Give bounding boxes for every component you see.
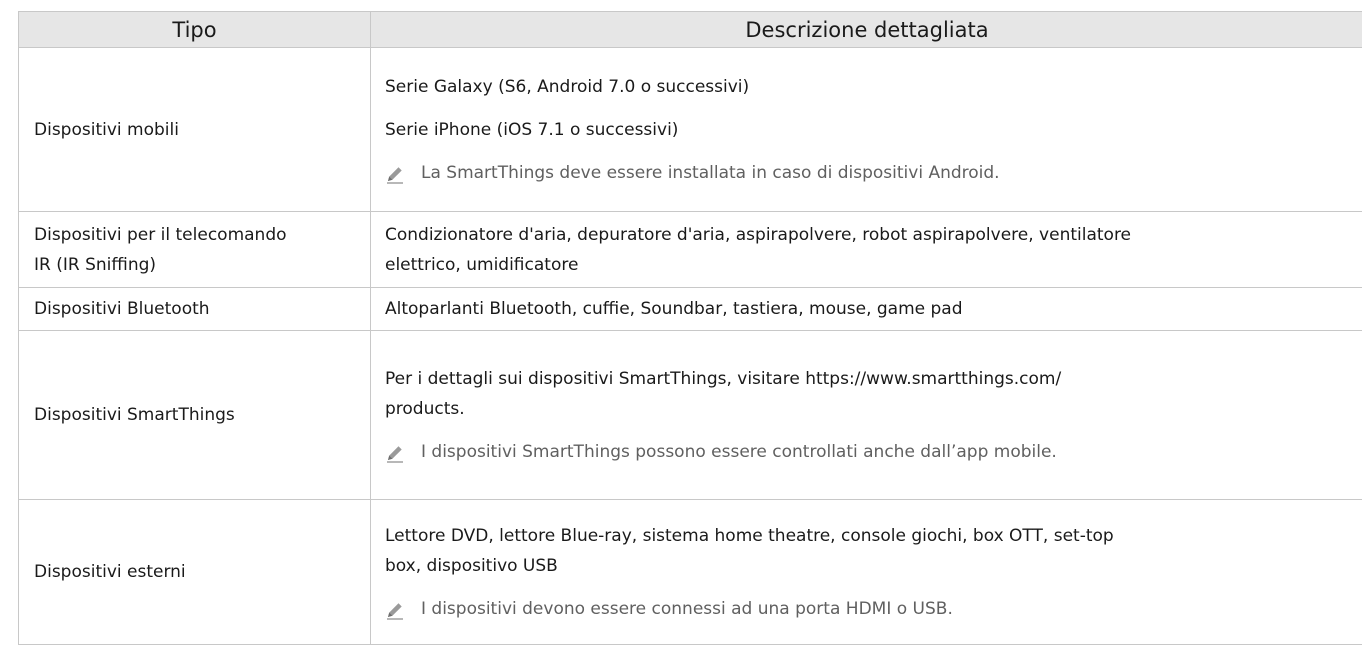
note-text: I dispositivi SmartThings possono essere… (421, 441, 1057, 462)
device-compatibility-table: Tipo Descrizione dettagliata Dispositivi… (18, 11, 1362, 645)
table-row: Dispositivi mobili Serie Galaxy (S6, And… (18, 47, 1362, 212)
note-text: La SmartThings deve essere installata in… (421, 162, 1000, 183)
note: La SmartThings deve essere installata in… (385, 158, 1349, 188)
row-type-smartthings: Dispositivi SmartThings (18, 330, 371, 500)
row-type-bluetooth: Dispositivi Bluetooth (18, 287, 371, 331)
row-desc-external: Lettore DVD, lettore Blue-ray, sistema h… (370, 499, 1362, 645)
desc-line: Per i dettagli sui dispositivi SmartThin… (385, 368, 1062, 389)
row-desc-ir: Condizionatore d'aria, depuratore d'aria… (370, 211, 1362, 288)
table-row: Dispositivi SmartThings Per i dettagli s… (18, 330, 1362, 500)
header-description: Descrizione dettagliata (370, 11, 1362, 48)
note: I dispositivi SmartThings possono essere… (385, 437, 1349, 467)
pencil-note-icon (387, 166, 403, 184)
type-line: IR (IR Sniffing) (34, 254, 157, 275)
desc-line: products. (385, 398, 465, 419)
row-type-external: Dispositivi esterni (18, 499, 371, 645)
row-type-ir: Dispositivi per il telecomando IR (IR Sn… (18, 211, 371, 288)
row-type-mobile: Dispositivi mobili (18, 47, 371, 212)
row-desc-bluetooth: Altoparlanti Bluetooth, cuffie, Soundbar… (370, 287, 1362, 331)
table-header-row: Tipo Descrizione dettagliata (18, 11, 1362, 48)
note-text: I dispositivi devono essere connessi ad … (421, 598, 953, 619)
desc-line: box, dispositivo USB (385, 555, 558, 576)
row-desc-smartthings: Per i dettagli sui dispositivi SmartThin… (370, 330, 1362, 500)
type-line: Dispositivi per il telecomando (34, 224, 287, 245)
desc-line: Lettore DVD, lettore Blue-ray, sistema h… (385, 525, 1114, 546)
row-desc-mobile: Serie Galaxy (S6, Android 7.0 o successi… (370, 47, 1362, 212)
desc-line: Serie Galaxy (S6, Android 7.0 o successi… (385, 76, 750, 97)
desc-line: Condizionatore d'aria, depuratore d'aria… (385, 224, 1132, 245)
table-row: Dispositivi Bluetooth Altoparlanti Bluet… (18, 287, 1362, 331)
pencil-note-icon (387, 445, 403, 463)
header-type: Tipo (18, 11, 371, 48)
desc-line: elettrico, umidificatore (385, 254, 579, 275)
table-row: Dispositivi esterni Lettore DVD, lettore… (18, 499, 1362, 645)
pencil-note-icon (387, 602, 403, 620)
table-row: Dispositivi per il telecomando IR (IR Sn… (18, 211, 1362, 288)
desc-line: Serie iPhone (iOS 7.1 o successivi) (385, 119, 679, 140)
note: I dispositivi devono essere connessi ad … (385, 594, 1349, 624)
